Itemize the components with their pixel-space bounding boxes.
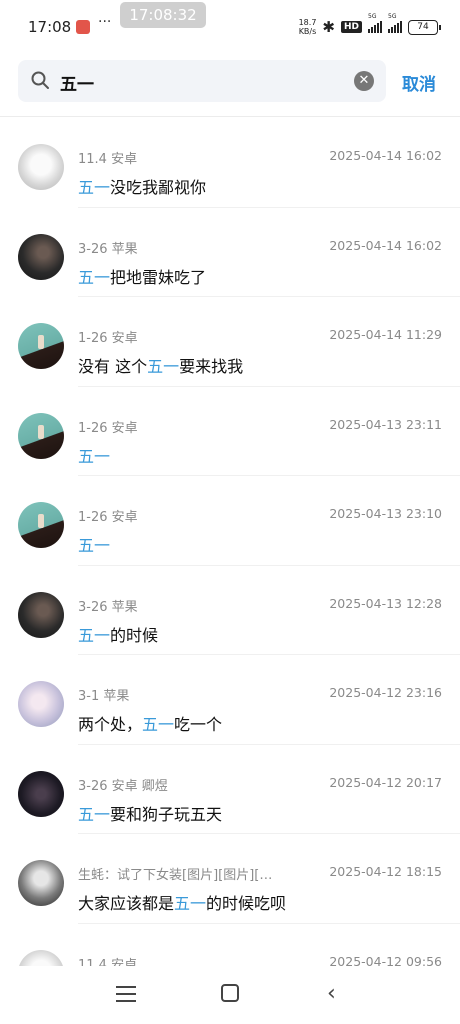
result-item[interactable]: 3-1 苹果 2025-04-12 23:16 两个处，五一吃一个: [0, 655, 460, 745]
result-meta: 3-26 苹果: [78, 241, 138, 257]
message-highlight: 五一: [78, 267, 111, 287]
result-item[interactable]: 1-26 安卓 2025-04-14 11:29 没有 这个五一要来找我: [0, 297, 460, 387]
avatar[interactable]: [18, 412, 64, 459]
message-text: 没有 这个: [78, 357, 148, 376]
result-meta: 3-26 苹果: [78, 599, 138, 615]
notification-app-icon: [76, 20, 90, 34]
avatar[interactable]: [18, 502, 64, 548]
message-text: 把地雷妹吃了: [110, 267, 207, 287]
result-item[interactable]: 11.4 安卓 2025-04-12 09:56: [0, 924, 460, 967]
message-text: 要和狗子玩五天: [110, 804, 223, 824]
result-message: 五一的时候: [78, 622, 158, 646]
net-speed-unit: KB/s: [298, 27, 317, 36]
back-icon[interactable]: ‹: [327, 981, 336, 1006]
hd-badge: HD: [340, 21, 362, 33]
result-message: 五一把地雷妹吃了: [78, 264, 206, 288]
message-highlight: 五一: [78, 625, 111, 645]
message-text: 大家应该都是: [78, 894, 175, 913]
result-meta: 11.4 安卓: [78, 152, 138, 167]
signal-icon: 5G: [388, 13, 402, 33]
result-message: 五一没吃我鄙视你: [78, 174, 206, 198]
result-message: 五一: [78, 532, 110, 556]
avatar[interactable]: [18, 949, 64, 966]
result-meta: 3-26 安卓 卿煜: [78, 778, 168, 794]
message-text: 要来找我: [179, 357, 244, 376]
status-time: 17:08: [28, 18, 72, 36]
result-item[interactable]: 1-26 安卓 2025-04-13 23:11 五一: [0, 387, 460, 476]
net-speed: 18.7 KB/s: [299, 18, 317, 36]
result-item[interactable]: 3-26 安卓 卿煜 2025-04-12 20:17 五一要和狗子玩五天: [0, 745, 460, 834]
status-indicators: 18.7 KB/s ✱ HD 5G 5G 74: [299, 13, 441, 38]
avatar[interactable]: [18, 591, 64, 638]
result-message: 五一: [78, 443, 110, 467]
signal-label-1: 5G: [368, 13, 377, 20]
result-message: 五一要和狗子玩五天: [78, 801, 222, 825]
message-text: 两个处，: [78, 715, 143, 734]
result-meta: 3-1 苹果: [78, 689, 130, 704]
result-meta: 生蚝：试了下女装[图片][图片][…: [78, 868, 273, 883]
avatar[interactable]: [18, 770, 64, 817]
result-time: 2025-04-12 23:16: [329, 685, 442, 700]
result-time: 2025-04-14 16:02: [329, 148, 442, 163]
result-time: 2025-04-12 09:56: [329, 953, 442, 967]
menu-icon[interactable]: [116, 986, 136, 1002]
avatar[interactable]: [18, 233, 64, 280]
status-more-dots: ···: [98, 14, 112, 30]
close-icon[interactable]: ✕: [354, 71, 374, 91]
message-text: 吃一个: [174, 715, 223, 734]
bluetooth-icon: ✱: [322, 18, 335, 36]
result-message: 没有 这个五一要来找我: [78, 353, 243, 377]
result-time: 2025-04-13 23:10: [329, 506, 442, 521]
cancel-button[interactable]: 取消: [402, 70, 436, 95]
result-message: 两个处，五一吃一个: [78, 711, 222, 735]
result-item[interactable]: 3-26 苹果 2025-04-14 16:02 五一把地雷妹吃了: [0, 208, 460, 297]
home-icon[interactable]: [221, 984, 239, 1002]
result-item[interactable]: 1-26 安卓 2025-04-13 23:10 五一: [0, 476, 460, 566]
message-highlight: 五一: [78, 536, 111, 555]
battery-icon: 74: [408, 19, 441, 35]
search-bar[interactable]: 五一 ✕: [18, 60, 386, 102]
message-highlight: 五一: [147, 357, 180, 376]
result-time: 2025-04-13 23:11: [329, 416, 442, 432]
message-highlight: 五一: [78, 804, 111, 824]
result-time: 2025-04-12 20:17: [329, 774, 442, 790]
result-time: 2025-04-14 16:02: [329, 237, 442, 253]
message-highlight: 五一: [78, 178, 111, 197]
result-time: 2025-04-12 18:15: [329, 864, 442, 879]
result-list: 11.4 安卓 2025-04-14 16:02 五一没吃我鄙视你 3-26 苹果 20…: [0, 118, 460, 966]
result-meta: 1-26 安卓: [78, 331, 138, 346]
status-bar: 17:08 ··· 17:08:32 18.7 KB/s ✱ HD 5G 5G …: [0, 0, 460, 52]
clock-pill: 17:08:32: [120, 2, 206, 28]
result-meta: 1-26 安卓: [78, 420, 138, 436]
message-text: 的时候: [110, 625, 159, 645]
signal-icon: 5G: [368, 13, 382, 33]
message-highlight: 五一: [78, 446, 111, 466]
avatar[interactable]: [18, 144, 64, 190]
avatar[interactable]: [18, 323, 64, 369]
search-input[interactable]: 五一: [60, 70, 94, 95]
signal-label-2: 5G: [388, 13, 397, 20]
message-text: 的时候吃呗: [206, 894, 287, 913]
result-time: 2025-04-14 11:29: [329, 327, 442, 342]
divider: [0, 116, 460, 117]
net-speed-value: 18.7: [298, 18, 317, 27]
message-text: 没吃我鄙视你: [110, 178, 207, 197]
result-item[interactable]: 生蚝：试了下女装[图片][图片][… 2025-04-12 18:15 大家应该都是…: [0, 834, 460, 924]
result-meta: 1-26 安卓: [78, 510, 138, 525]
message-highlight: 五一: [142, 715, 175, 734]
result-meta: 11.4 安卓: [78, 957, 138, 967]
nav-bar: ‹: [0, 968, 460, 1024]
avatar[interactable]: [18, 681, 64, 727]
result-item[interactable]: 3-26 苹果 2025-04-13 12:28 五一的时候: [0, 566, 460, 655]
avatar[interactable]: [18, 860, 64, 906]
result-message: 大家应该都是五一的时候吃呗: [78, 890, 286, 914]
message-highlight: 五一: [174, 894, 207, 913]
result-time: 2025-04-13 12:28: [329, 595, 442, 611]
search-icon: [31, 71, 49, 89]
result-item[interactable]: 11.4 安卓 2025-04-14 16:02 五一没吃我鄙视你: [0, 118, 460, 208]
